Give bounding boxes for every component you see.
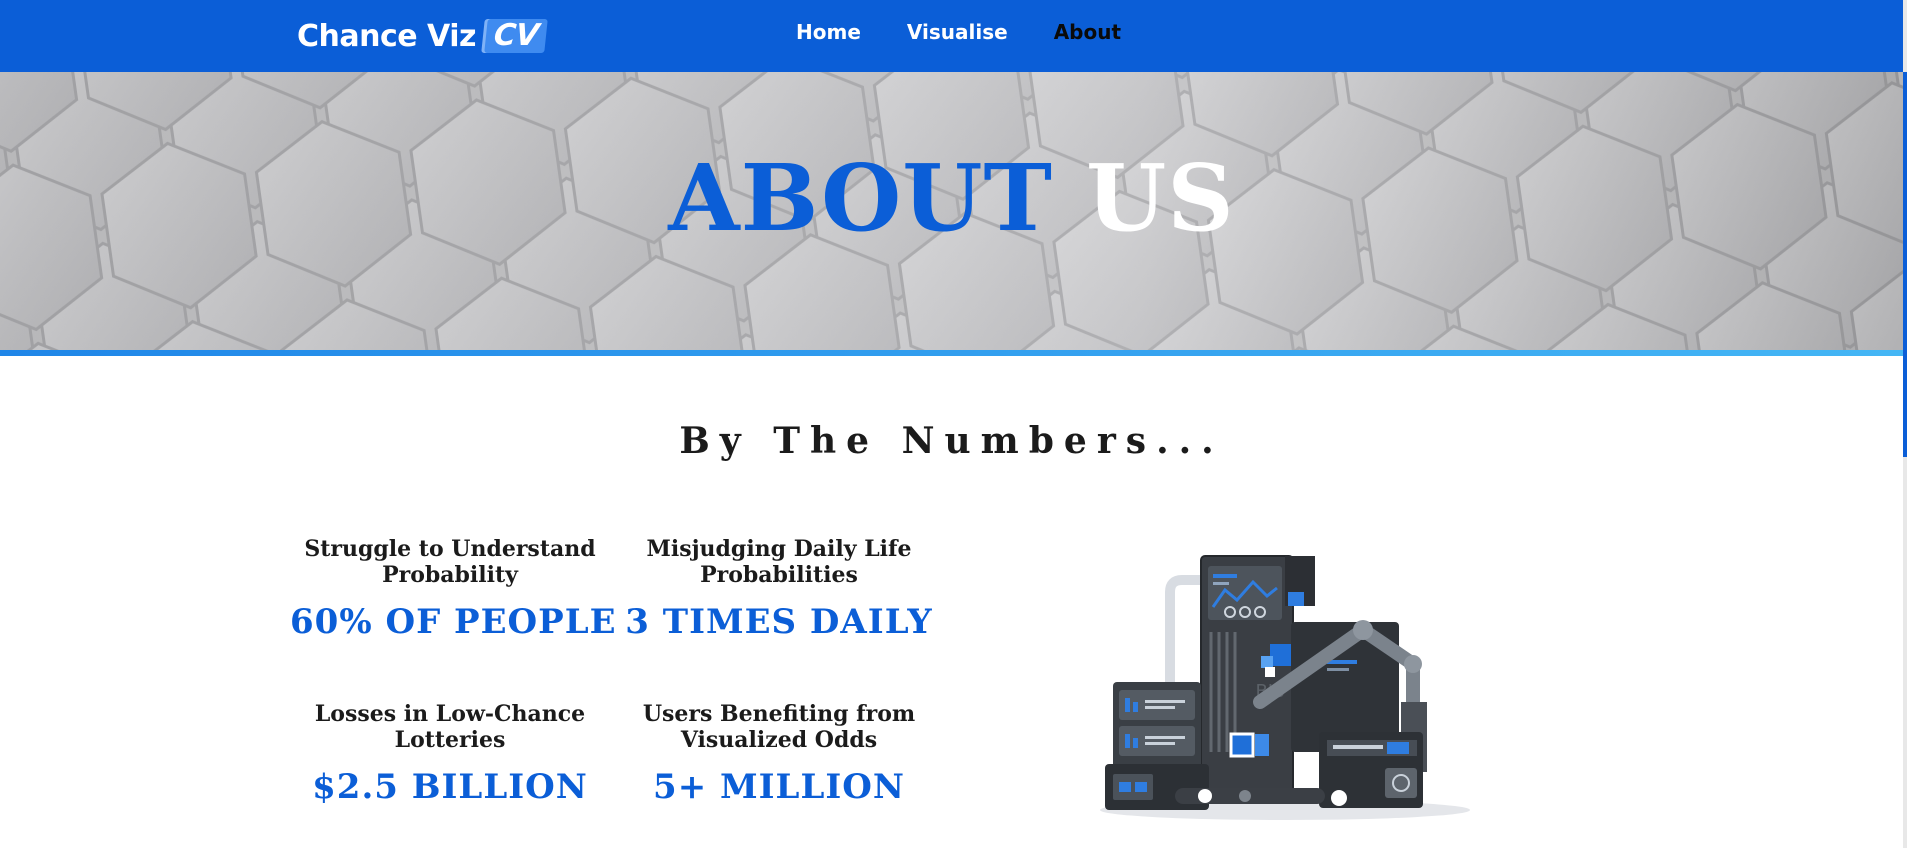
- brand-name: Chance Viz: [297, 18, 476, 54]
- stat-label-line: Losses in Low-Chance: [314, 701, 586, 727]
- stat-card: Misjudging Daily Life Probabilities 3 TI…: [619, 536, 939, 642]
- stat-label-line: Users Benefiting from: [642, 701, 916, 727]
- stat-label-line: Probability: [382, 562, 518, 588]
- stat-label-line: Visualized Odds: [680, 727, 878, 753]
- navbar: Chance Viz CV Home Visualise About: [0, 0, 1907, 72]
- hero-title-part1: ABOUT: [668, 144, 1053, 252]
- stat-label: Users Benefiting from Visualized Odds: [619, 701, 939, 753]
- hero-divider: [0, 350, 1903, 356]
- data-machine-illustration: BIS: [1100, 555, 1470, 820]
- stat-card: Users Benefiting from Visualized Odds 5+…: [619, 701, 939, 807]
- nav-link-visualise[interactable]: Visualise: [907, 20, 1008, 44]
- stat-label: Losses in Low-Chance Lotteries: [290, 701, 610, 753]
- brand-badge: CV: [484, 18, 549, 53]
- stat-card: Struggle to Understand Probability 60% O…: [290, 536, 617, 642]
- stat-label: Struggle to Understand Probability: [290, 536, 610, 588]
- stat-card: Losses in Low-Chance Lotteries $2.5 BILL…: [290, 701, 610, 807]
- stat-value: 3 TIMES DAILY: [625, 602, 933, 642]
- nav-links: Home Visualise About: [796, 20, 1121, 44]
- stat-value: 5+ MILLION: [653, 767, 905, 807]
- hero-title: ABOUT US: [0, 143, 1903, 253]
- hero-title-part2: US: [1086, 144, 1235, 252]
- brand-logo[interactable]: Chance Viz CV: [297, 16, 549, 56]
- nav-link-about[interactable]: About: [1054, 20, 1121, 44]
- stat-label-line: Probabilities: [700, 562, 858, 588]
- stat-label-line: Misjudging Daily Life: [646, 536, 912, 562]
- stat-label-line: Struggle to Understand: [304, 536, 596, 562]
- stat-label-line: Lotteries: [394, 727, 506, 753]
- stat-value: 60% OF PEOPLE: [290, 602, 617, 642]
- scrollbar-thumb[interactable]: [1903, 72, 1907, 457]
- numbers-title: By The Numbers...: [679, 420, 1224, 462]
- stat-value: $2.5 BILLION: [312, 767, 588, 807]
- stat-label: Misjudging Daily Life Probabilities: [619, 536, 939, 588]
- nav-link-home[interactable]: Home: [796, 20, 861, 44]
